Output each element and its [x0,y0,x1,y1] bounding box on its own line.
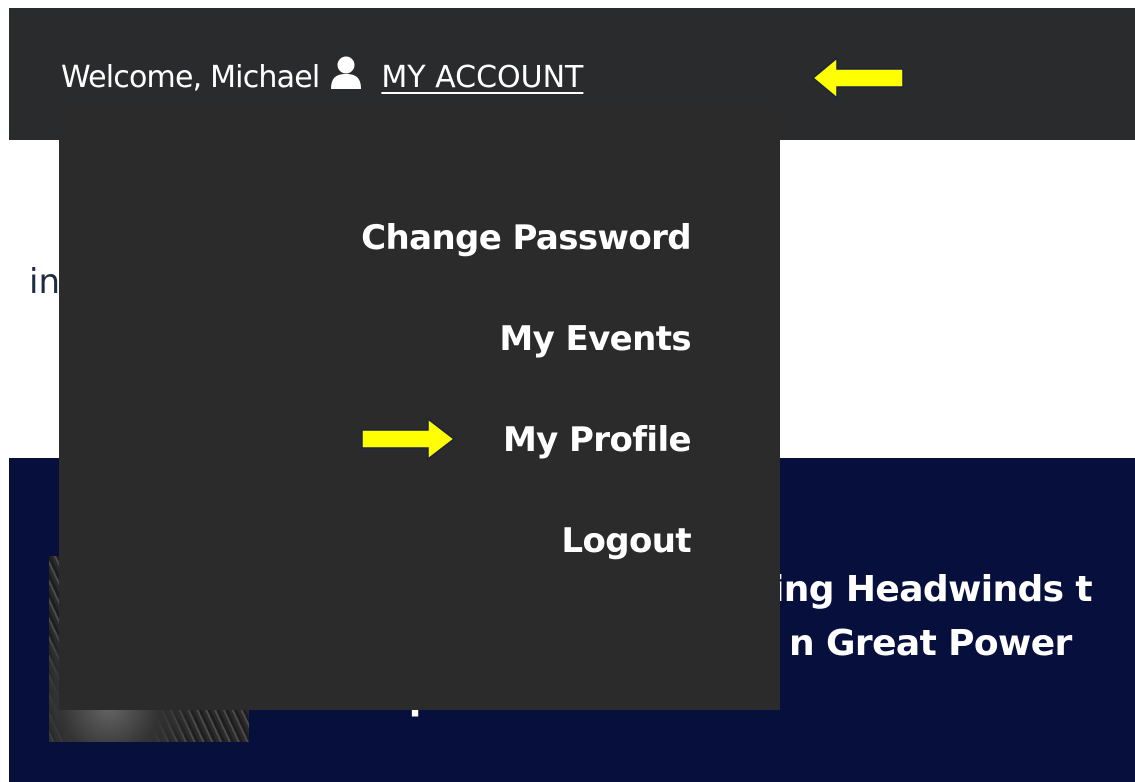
menu-item-change-password[interactable]: Change Password [361,218,691,258]
welcome-message: Welcome, Michael [61,59,320,95]
account-dropdown-menu: Change Password My Events My Profile Log… [59,106,780,710]
left-border [0,0,9,782]
menu-item-my-profile[interactable]: My Profile [503,420,692,460]
top-strip [0,0,1135,8]
account-area: Welcome, Michael MY ACCOUNT [61,52,583,102]
user-icon [329,55,363,91]
my-account-link[interactable]: MY ACCOUNT [381,60,583,95]
partial-page-text: in [29,262,60,302]
arrow-icon [811,56,904,100]
arrow-icon [361,417,456,461]
menu-item-my-events[interactable]: My Events [499,319,691,359]
menu-item-logout[interactable]: Logout [561,521,691,561]
